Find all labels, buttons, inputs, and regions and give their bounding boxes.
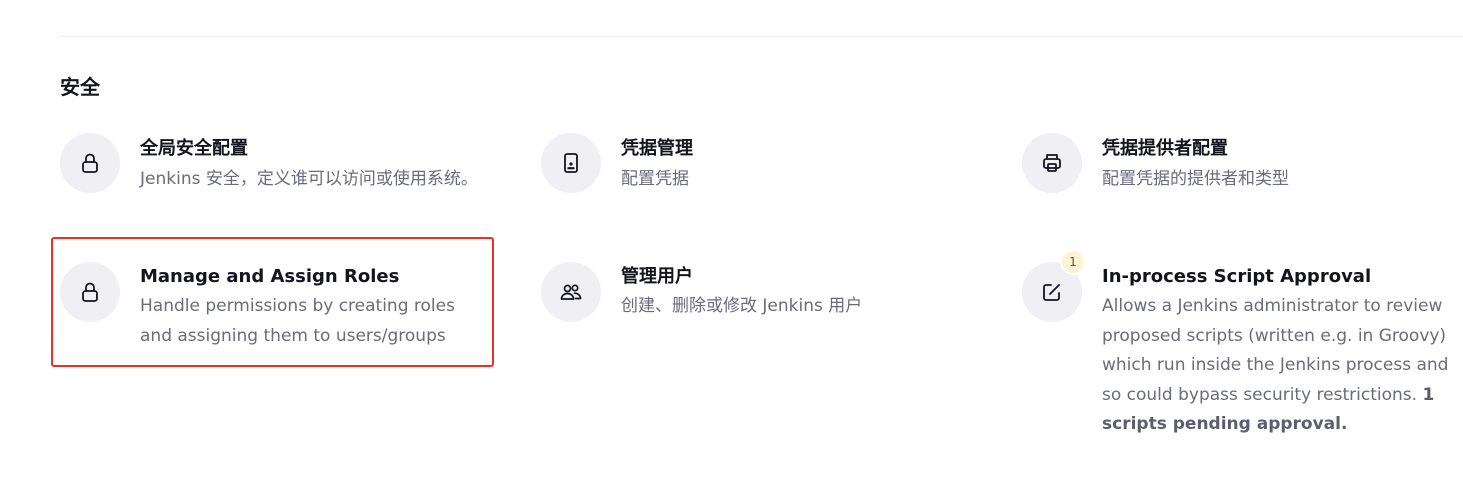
lock-icon [60, 133, 120, 193]
card-title: Manage and Assign Roles [140, 266, 400, 287]
card-script-approval[interactable]: 1 In-process Script Approval Allows a Je… [1022, 251, 1463, 472]
card-title: 凭据提供者配置 [1102, 138, 1228, 159]
card-description: 配置凭据 [621, 169, 689, 189]
users-icon [541, 262, 601, 322]
card-description: Jenkins 安全，定义谁可以访问或使用系统。 [140, 169, 478, 189]
top-divider [60, 36, 1463, 37]
card-credentials[interactable]: 凭据管理 配置凭据 [541, 133, 961, 193]
card-description: 创建、删除或修改 Jenkins 用户 [621, 296, 863, 316]
printer-icon [1022, 133, 1082, 193]
card-title: In-process Script Approval [1102, 266, 1372, 287]
card-global-security[interactable]: 全局安全配置 Jenkins 安全，定义谁可以访问或使用系统。 [60, 133, 480, 223]
lock-icon [60, 262, 120, 322]
pending-count-badge: 1 [1062, 251, 1084, 273]
card-title: 全局安全配置 [140, 138, 248, 159]
card-description: Allows a Jenkins administrator to review… [1102, 292, 1452, 440]
card-description: Handle permissions by creating roles and… [140, 296, 455, 346]
card-manage-assign-roles[interactable]: Manage and Assign Roles Handle permissio… [60, 262, 480, 352]
card-credential-providers[interactable]: 凭据提供者配置 配置凭据的提供者和类型 [1022, 133, 1442, 193]
section-title: 安全 [60, 75, 100, 99]
card-title: 管理用户 [621, 266, 693, 287]
card-title: 凭据管理 [621, 138, 693, 159]
phone-badge-icon [541, 133, 601, 193]
card-description-text: Allows a Jenkins administrator to review… [1102, 296, 1449, 405]
card-manage-users[interactable]: 管理用户 创建、删除或修改 Jenkins 用户 [541, 262, 961, 322]
card-description: 配置凭据的提供者和类型 [1102, 169, 1289, 189]
